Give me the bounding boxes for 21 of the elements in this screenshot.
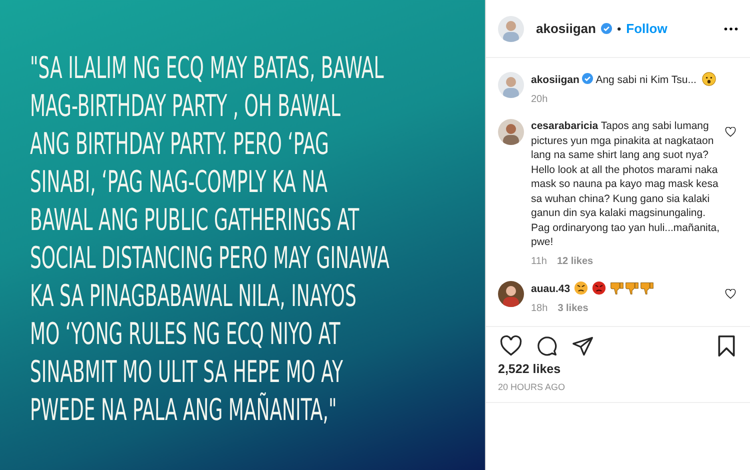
- quote-text-line: "SA ILALIM NG ECQ MAY BATAS, BAWAL: [30, 52, 384, 86]
- quote-text-line: SOCIAL DISTANCING PERO MAY GINAWA: [30, 242, 390, 276]
- quote-text-line: KA SA PINAGBABAWAL NILA, INAYOS: [30, 280, 356, 314]
- quote-text-line: MO ‘YONG RULES NG ECQ NIYO AT: [30, 318, 340, 352]
- comment-time: 20h: [531, 92, 548, 106]
- comment-time: 18h: [531, 302, 548, 316]
- username[interactable]: akosiigan: [536, 21, 596, 36]
- quote-text-line: ANG BIRTHDAY PARTY. PERO ‘PAG: [30, 128, 329, 162]
- comment-username[interactable]: akosiigan: [531, 74, 580, 86]
- likes-count[interactable]: 2,522 likes: [486, 360, 750, 378]
- comment-username[interactable]: auau.43: [531, 283, 570, 295]
- comment-time: 11h: [531, 254, 547, 268]
- quote-text-line: SINABMIT MO ULIT SA HEPE MO AY: [30, 356, 344, 390]
- quote-text-line: BAWAL ANG PUBLIC GATHERINGS AT: [30, 204, 360, 238]
- quote-text-line: PWEDE NA PALA ANG MAÑANITA,": [30, 394, 337, 428]
- comment-text: cesarabaricia Tapos ang sabi lumang pictures yun mga pinakita at nagkataon lang na same shirt lang ang suot nya? Hello look at all the photos marami naka mask so nauna pa kayo mag mask kesa sa wuhan china? Kung gano sia kalaki ganun din sya kalaki magsinungaling. Pag ordinaryong tao yan huli...mañanita, pwe!: [531, 120, 720, 248]
- separator-dot: •: [616, 22, 622, 36]
- quote-text-line: MAG-BIRTHDAY PARTY , OH BAWAL: [30, 90, 341, 124]
- post-time: 20 HOURS AGO: [486, 378, 750, 403]
- quote-text-line: SINABI, ‘PAG NAG-COMPLY KA NA: [30, 166, 328, 200]
- comment-text: Ang sabi ni Kim Tsu...: [596, 74, 696, 86]
